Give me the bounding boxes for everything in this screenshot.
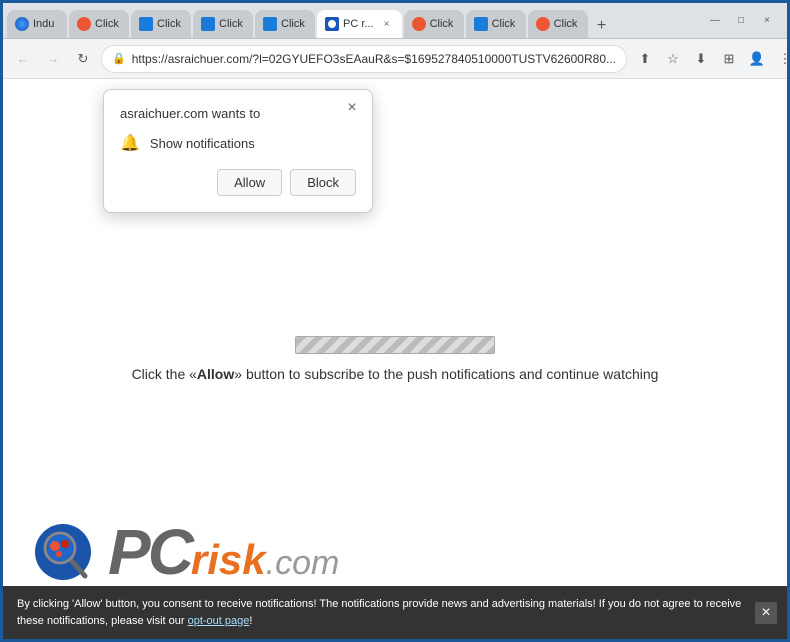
lock-icon: 🔒: [112, 52, 126, 65]
allow-keyword: Allow: [197, 366, 234, 382]
tab-click-9[interactable]: Click: [528, 10, 588, 38]
tab-favicon-blue4: [474, 17, 488, 31]
tab-label: Click: [219, 18, 243, 30]
title-bar: Indu Click Click Click Click: [3, 3, 787, 39]
loading-bar: [295, 336, 495, 354]
tab-click-2[interactable]: Click: [69, 10, 129, 38]
subscribe-prefix: Click the «: [132, 366, 197, 382]
tab-favicon-blue3: [263, 17, 277, 31]
popup-buttons: Allow Block: [120, 169, 356, 196]
extensions-button[interactable]: ⊞: [717, 47, 741, 71]
url-text: https://asraichuer.com/?l=02GYUEFO3sEAau…: [132, 52, 616, 66]
tab-click-8[interactable]: Click: [466, 10, 526, 38]
bell-icon: 🔔: [120, 133, 140, 153]
pc-text: PC: [108, 516, 191, 588]
subscribe-text: Click the «Allow» button to subscribe to…: [132, 366, 659, 382]
address-bar: ← → ↻ 🔒 https://asraichuer.com/?l=02GYUE…: [3, 39, 787, 79]
minimize-button[interactable]: —: [705, 11, 725, 31]
download-button[interactable]: ⬇: [689, 47, 713, 71]
tab-favicon-red3: [536, 17, 550, 31]
browser-window: Indu Click Click Click Click: [3, 3, 787, 639]
tab-label: Click: [95, 18, 119, 30]
profile-button[interactable]: 👤: [745, 47, 769, 71]
tab-click-7[interactable]: Click: [404, 10, 464, 38]
tab-pcrisk-active[interactable]: PC r... ×: [317, 10, 402, 38]
cookie-text: By clicking 'Allow' button, you consent …: [17, 598, 741, 627]
block-button[interactable]: Block: [290, 169, 356, 196]
tab-favicon-pcrisk: [325, 17, 339, 31]
url-bar[interactable]: 🔒 https://asraichuer.com/?l=02GYUEFO3sEA…: [101, 45, 627, 73]
cookie-close-button[interactable]: ×: [755, 602, 777, 624]
tab-indu[interactable]: Indu: [7, 10, 67, 38]
tab-click-3[interactable]: Click: [131, 10, 191, 38]
tab-click-4[interactable]: Click: [193, 10, 253, 38]
tab-favicon-red2: [412, 17, 426, 31]
pcrisk-text: PCrisk.com: [108, 515, 339, 589]
maximize-button[interactable]: □: [731, 11, 751, 31]
pcrisk-logo: PCrisk.com: [33, 515, 339, 589]
subscribe-suffix: » button to subscribe to the push notifi…: [234, 366, 658, 382]
com-text: .com: [266, 544, 340, 582]
popup-title: asraichuer.com wants to: [120, 106, 356, 121]
back-button[interactable]: ←: [11, 47, 35, 71]
address-actions: ⬆ ☆ ⬇ ⊞ 👤 ⋮: [633, 47, 790, 71]
refresh-button[interactable]: ↻: [71, 47, 95, 71]
close-button[interactable]: ×: [757, 11, 777, 31]
tab-close-btn[interactable]: ×: [380, 17, 394, 31]
tab-favicon-blue: [139, 17, 153, 31]
tab-label-pcrisk: PC r...: [343, 18, 374, 30]
popup-notification-row: 🔔 Show notifications: [120, 133, 356, 153]
window-controls: — □ ×: [705, 11, 783, 31]
new-tab-button[interactable]: +: [590, 14, 614, 38]
tab-label: Click: [492, 18, 516, 30]
tab-click-5[interactable]: Click: [255, 10, 315, 38]
bookmark-button[interactable]: ☆: [661, 47, 685, 71]
opt-out-link[interactable]: opt-out page: [188, 615, 250, 627]
tab-favicon-blue2: [201, 17, 215, 31]
tab-label: Click: [157, 18, 181, 30]
forward-button[interactable]: →: [41, 47, 65, 71]
cookie-banner: By clicking 'Allow' button, you consent …: [3, 586, 787, 639]
tab-favicon-globe: [15, 17, 29, 31]
menu-button[interactable]: ⋮: [773, 47, 790, 71]
pcrisk-icon: [33, 520, 98, 585]
tab-label: Click: [281, 18, 305, 30]
tab-label: Indu: [33, 18, 54, 30]
notification-popup: × asraichuer.com wants to 🔔 Show notific…: [103, 89, 373, 213]
tab-label: Click: [554, 18, 578, 30]
share-button[interactable]: ⬆: [633, 47, 657, 71]
popup-notification-label: Show notifications: [150, 136, 255, 151]
allow-button[interactable]: Allow: [217, 169, 282, 196]
tab-bar: Indu Click Click Click Click: [7, 3, 705, 38]
risk-text: risk: [191, 536, 266, 583]
tab-label: Click: [430, 18, 454, 30]
tab-favicon-red: [77, 17, 91, 31]
browser-content: Click the «Allow» button to subscribe to…: [3, 79, 787, 639]
popup-close-button[interactable]: ×: [342, 98, 362, 118]
cookie-text-end: !: [249, 615, 252, 627]
